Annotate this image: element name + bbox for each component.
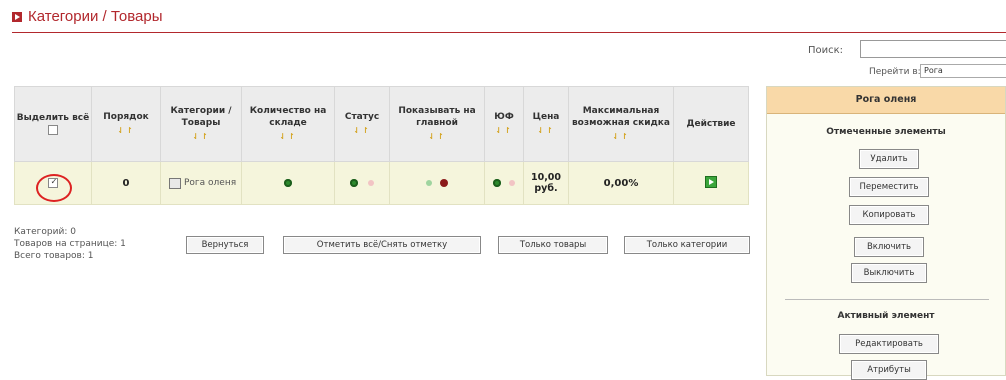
- row-status[interactable]: [334, 161, 390, 205]
- sort-arrows-icon[interactable]: ⇃↾: [485, 125, 523, 137]
- col-order[interactable]: Порядок ⇃↾: [91, 86, 161, 162]
- highlight-circle-checkbox: [36, 174, 72, 202]
- sort-arrows-icon[interactable]: ⇃↾: [524, 125, 568, 137]
- search-label: Поиск:: [808, 45, 844, 56]
- row-discount: 0,00%: [568, 161, 674, 205]
- status-on-icon[interactable]: [350, 178, 359, 187]
- panel-divider: [785, 299, 989, 300]
- active-element-title: Активный элемент: [837, 311, 935, 321]
- marked-elements-title: Отмеченные элементы: [826, 127, 946, 137]
- row-name-cell[interactable]: Рога оленя: [160, 161, 242, 205]
- edit-arrow-icon[interactable]: [705, 175, 717, 188]
- section-arrow-icon: [12, 12, 22, 22]
- col-max-discount[interactable]: Максимальная возможная скидка ⇃↾: [568, 86, 674, 162]
- goto-select[interactable]: Рога: [920, 64, 1006, 78]
- select-all-checkbox[interactable]: [48, 124, 58, 135]
- row-price: 10,00 руб.: [523, 161, 569, 205]
- only-categories-button[interactable]: Только категории: [624, 236, 750, 254]
- sort-arrows-icon[interactable]: ⇃↾: [335, 125, 389, 137]
- row-yuf[interactable]: [484, 161, 524, 205]
- row-action[interactable]: [673, 161, 749, 205]
- products-on-page: Товаров на странице: 1: [14, 239, 126, 249]
- toggle-all-button[interactable]: Отметить всё/Снять отметку: [283, 236, 481, 254]
- col-action: Действие: [673, 86, 749, 162]
- panel-title: Рога оленя: [767, 87, 1005, 114]
- show-main-off-icon[interactable]: [440, 178, 449, 187]
- products-table: Выделить всё Порядок ⇃↾ Категории / Това…: [14, 86, 749, 205]
- sort-arrows-icon[interactable]: ⇃↾: [569, 131, 673, 143]
- row-name[interactable]: Рога оленя: [184, 178, 236, 188]
- total-products: Всего товаров: 1: [14, 251, 94, 261]
- page-title: Категории / Товары: [28, 8, 163, 25]
- col-status[interactable]: Статус ⇃↾: [334, 86, 390, 162]
- back-button[interactable]: Вернуться: [186, 236, 264, 254]
- status-off-icon[interactable]: [367, 179, 374, 186]
- sort-arrows-icon[interactable]: ⇃↾: [161, 131, 241, 143]
- disable-button[interactable]: Выключить: [851, 263, 927, 283]
- sort-arrows-icon[interactable]: ⇃↾: [92, 125, 160, 137]
- row-show-main[interactable]: [389, 161, 485, 205]
- stock-status-icon: [284, 178, 292, 187]
- col-price[interactable]: Цена ⇃↾: [523, 86, 569, 162]
- search-input[interactable]: [860, 40, 1006, 58]
- page-header: Категории / Товары: [12, 8, 1006, 33]
- yuf-off-icon[interactable]: [508, 179, 515, 186]
- delete-button[interactable]: Удалить: [859, 149, 919, 169]
- summary-info: Категорий: 0 Товаров на странице: 1 Всег…: [14, 226, 126, 262]
- product-icon: [169, 177, 181, 189]
- table-header-row: Выделить всё Порядок ⇃↾ Категории / Това…: [14, 86, 749, 162]
- row-order: 0: [91, 161, 161, 205]
- yuf-on-icon[interactable]: [493, 178, 502, 187]
- sort-arrows-icon[interactable]: ⇃↾: [390, 131, 484, 143]
- copy-button[interactable]: Копировать: [849, 205, 929, 225]
- row-stock: [241, 161, 335, 205]
- col-stock[interactable]: Количество на складе ⇃↾: [241, 86, 335, 162]
- col-yuf[interactable]: ЮФ ⇃↾: [484, 86, 524, 162]
- col-categories[interactable]: Категории / Товары ⇃↾: [160, 86, 242, 162]
- table-row[interactable]: 0 Рога оленя 10,00 руб. 0,00%: [14, 161, 749, 205]
- goto-label: Перейти в:: [869, 67, 921, 77]
- actions-panel: Рога оленя Отмеченные элементы Удалить П…: [766, 86, 1006, 380]
- attributes-button[interactable]: Атрибуты: [851, 360, 927, 380]
- move-button[interactable]: Переместить: [849, 177, 929, 197]
- edit-button[interactable]: Редактировать: [839, 334, 939, 354]
- enable-button[interactable]: Включить: [854, 237, 924, 257]
- only-products-button[interactable]: Только товары: [498, 236, 608, 254]
- sort-arrows-icon[interactable]: ⇃↾: [242, 131, 334, 143]
- show-main-on-icon[interactable]: [425, 179, 432, 186]
- categories-count: Категорий: 0: [14, 227, 76, 237]
- col-select-all[interactable]: Выделить всё: [14, 86, 92, 162]
- col-show-main[interactable]: Показывать на главной ⇃↾: [389, 86, 485, 162]
